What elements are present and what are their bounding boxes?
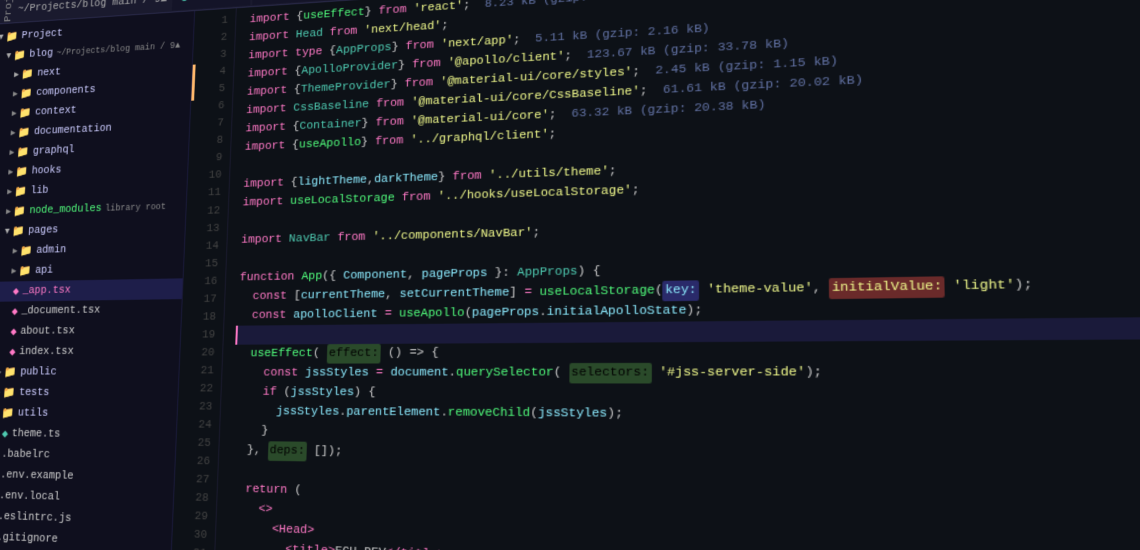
- tree-item-utils[interactable]: ▼ 📁 utils: [0, 403, 177, 425]
- item-label: admin: [36, 244, 67, 257]
- library-badge: library root: [105, 202, 166, 214]
- folder-icon: 📁: [4, 365, 17, 379]
- folder-icon: 📁: [21, 67, 34, 81]
- item-label: about.tsx: [20, 325, 75, 338]
- item-label: _app.tsx: [22, 284, 71, 297]
- item-label: theme.ts: [11, 428, 60, 441]
- tree-item-document-tsx[interactable]: ◆ _document.tsx: [0, 299, 182, 322]
- tree-item-about-tsx[interactable]: ◆ about.tsx: [0, 320, 181, 342]
- arrow-icon: ▶: [11, 266, 16, 276]
- arrow-icon: ▶: [8, 167, 13, 177]
- item-label: Project: [21, 28, 63, 42]
- arrow-icon: ▶: [13, 89, 18, 99]
- tab-label: index.ts: [191, 0, 241, 3]
- item-label: .env.example: [0, 469, 74, 483]
- arrow-icon: ▶: [6, 207, 11, 217]
- ts-file-icon: ◆: [2, 427, 9, 441]
- item-label: lib: [30, 185, 49, 198]
- folder-icon: 📁: [19, 264, 32, 278]
- tree-item-tests[interactable]: ▶ 📁 tests: [0, 383, 178, 404]
- folder-icon: 📁: [18, 126, 31, 140]
- item-label: blog: [29, 48, 53, 61]
- folder-icon: 📁: [3, 386, 16, 400]
- breadcrumb: ~/Projects/blog main / 9▲: [18, 0, 168, 15]
- item-label: context: [35, 105, 77, 119]
- code-line-20: const jssStyles = document.querySelector…: [236, 361, 1140, 385]
- arrow-icon: ▼: [5, 227, 10, 237]
- folder-icon: 📁: [20, 87, 33, 101]
- arrow-icon: ▶: [0, 367, 2, 377]
- item-label: tests: [19, 387, 50, 399]
- item-label: utils: [18, 407, 49, 420]
- tsx-file-icon: ◆: [11, 304, 18, 318]
- arrow-icon: ▶: [0, 388, 1, 398]
- folder-icon: 📁: [6, 30, 19, 44]
- folder-icon: 📁: [15, 165, 28, 179]
- file-tree: ▼ 📁 Project ▼ 📁 blog ~/Projects/blog mai…: [0, 11, 195, 550]
- code-editor[interactable]: import { useEffect } from 'react'; 8.23 …: [214, 0, 1140, 550]
- item-label: graphql: [32, 144, 74, 158]
- folder-icon: 📁: [13, 48, 26, 62]
- project-label: Project: [3, 0, 15, 22]
- arrow-icon: ▶: [10, 128, 15, 138]
- arrow-icon: ▶: [14, 70, 19, 80]
- item-label: public: [20, 366, 57, 378]
- item-label: hooks: [31, 164, 61, 177]
- ide-inner: Project ~/Projects/blog main / 9▲ index.…: [0, 0, 1140, 550]
- item-label: node_modules: [29, 203, 102, 217]
- arrow-icon: ▶: [9, 148, 14, 158]
- editor-area: 12345 678910 1112131415 1617181920 21222…: [169, 0, 1140, 550]
- item-label: api: [35, 265, 54, 277]
- tsx-file-icon: ◆: [13, 284, 20, 298]
- folder-icon: 📁: [1, 406, 14, 420]
- tsx-file-icon: ◆: [10, 325, 17, 339]
- breadcrumb-badge: ~/Projects/blog main / 9▲: [56, 41, 180, 58]
- item-label: documentation: [34, 123, 112, 138]
- arrow-icon: ▶: [7, 187, 12, 197]
- folder-icon: 📁: [17, 145, 30, 159]
- arrow-icon: ▶: [12, 246, 17, 256]
- item-label: .eslintrc.js: [0, 511, 72, 526]
- folder-icon: 📁: [19, 106, 32, 120]
- folder-icon: 📁: [13, 204, 26, 218]
- item-label: components: [36, 84, 96, 99]
- gutter-changed: [192, 65, 196, 83]
- folder-icon: 📁: [14, 185, 27, 199]
- item-label: index.tsx: [19, 346, 74, 359]
- item-label: .gitignore: [0, 532, 58, 547]
- tsx-file-icon: ◆: [9, 345, 16, 359]
- tree-item-theme-ts[interactable]: ◆ theme.ts: [0, 423, 176, 446]
- tree-item-app-tsx[interactable]: ◆ _app.tsx: [0, 278, 183, 302]
- tree-item-index-tsx[interactable]: ◆ index.tsx: [0, 341, 180, 363]
- arrow-icon: ▼: [0, 33, 4, 43]
- item-label: pages: [28, 224, 59, 237]
- item-label: .env.local: [0, 490, 60, 504]
- editor-content: 12345 678910 1112131415 1617181920 21222…: [170, 0, 1140, 550]
- folder-icon: 📁: [12, 224, 25, 238]
- tree-item-babelrc[interactable]: ◆ .babelrc: [0, 444, 175, 468]
- gutter-changed: [191, 83, 195, 101]
- tree-item-public[interactable]: ▶ 📁 public: [0, 362, 179, 383]
- ts-icon: [182, 0, 188, 1]
- arrow-icon: ▶: [11, 109, 16, 119]
- item-label: .babelrc: [1, 448, 50, 461]
- main-content: ▼ 📁 Project ▼ 📁 blog ~/Projects/blog mai…: [0, 0, 1140, 550]
- ide-container: Project ~/Projects/blog main / 9▲ index.…: [0, 0, 1140, 550]
- folder-icon: 📁: [20, 244, 33, 258]
- arrow-icon: ▼: [6, 51, 11, 61]
- item-label: _document.tsx: [21, 304, 101, 317]
- item-label: next: [37, 66, 61, 79]
